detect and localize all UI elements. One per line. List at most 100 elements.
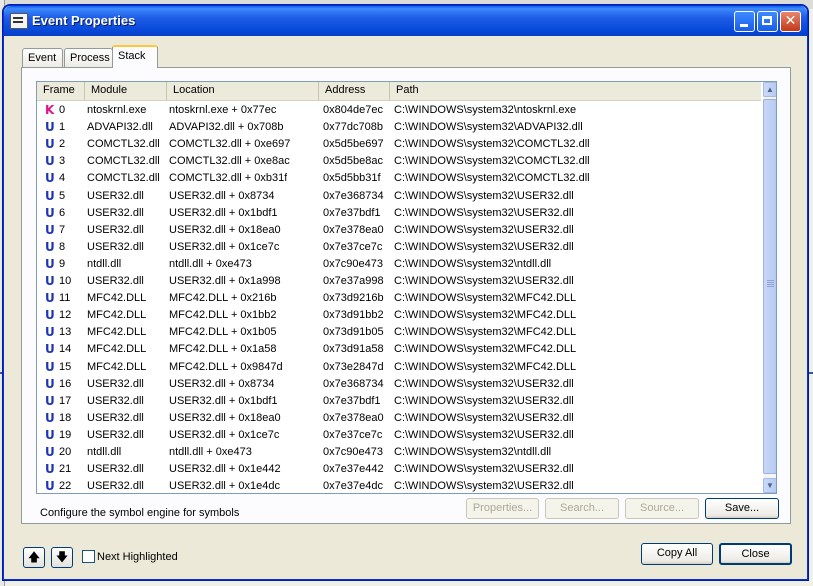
frame-mode-icon: U: [45, 342, 55, 357]
address-cell: 0x5d5be697: [323, 138, 384, 151]
module-cell: MFC42.DLL: [87, 360, 147, 373]
module-cell: USER32.dll: [87, 189, 144, 202]
frame-mode-icon: U: [45, 462, 55, 477]
module-cell: USER32.dll: [87, 240, 144, 253]
table-row[interactable]: U 18 USER32.dll USER32.dll + 0x18ea0 0x7e378…: [37, 410, 761, 427]
address-cell: 0x804de7ec: [323, 104, 383, 116]
table-row[interactable]: U 4 COMCTL32.dll COMCTL32.dll + 0xb31f 0x5d5…: [37, 170, 761, 187]
close-button[interactable]: Close: [719, 543, 792, 565]
table-row[interactable]: U 6 USER32.dll USER32.dll + 0x1bdf1 0x7e37bd…: [37, 205, 761, 222]
frame-cell: 3: [59, 155, 66, 168]
next-button[interactable]: 🡇: [51, 547, 73, 568]
close-icon: ✕: [784, 13, 797, 29]
path-cell: C:\WINDOWS\system32\USER32.dll: [394, 206, 574, 219]
address-cell: 0x73d91a58: [323, 343, 384, 356]
column-header-location[interactable]: Location: [167, 82, 319, 100]
previous-button[interactable]: 🡅: [23, 547, 45, 568]
table-row[interactable]: K 0 ntoskrnl.exe ntoskrnl.exe + 0x77ec 0x804…: [37, 102, 761, 119]
table-row[interactable]: U 13 MFC42.DLL MFC42.DLL + 0x1b05 0x73d91b05…: [37, 324, 761, 341]
address-cell: 0x7e368734: [323, 377, 384, 390]
frame-cell: 21: [59, 463, 72, 476]
stack-list-header: Frame Module Location Address Path: [37, 82, 761, 101]
symbol-config-link[interactable]: Configure the symbol engine for symbols: [40, 507, 239, 519]
frame-cell: 5: [59, 189, 66, 202]
module-cell: MFC42.DLL: [87, 343, 147, 356]
scroll-thumb[interactable]: [763, 99, 776, 474]
table-row[interactable]: U 22 USER32.dll USER32.dll + 0x1e4dc 0x7e37e…: [37, 478, 761, 493]
source-button[interactable]: Source...: [625, 498, 699, 519]
table-row[interactable]: U 21 USER32.dll USER32.dll + 0x1e442 0x7e37e…: [37, 461, 761, 478]
location-cell: USER32.dll + 0x1e4dc: [169, 480, 280, 493]
table-row[interactable]: U 11 MFC42.DLL MFC42.DLL + 0x216b 0x73d9216b…: [37, 290, 761, 307]
tab-stack[interactable]: Stack: [112, 45, 158, 68]
frame-cell: 6: [59, 206, 66, 219]
table-row[interactable]: U 8 USER32.dll USER32.dll + 0x1ce7c 0x7e37ce…: [37, 239, 761, 256]
path-cell: C:\WINDOWS\system32\USER32.dll: [394, 411, 574, 424]
scroll-grip-icon: [767, 280, 774, 281]
column-header-address[interactable]: Address: [319, 82, 390, 100]
maximize-button[interactable]: [757, 11, 778, 32]
table-row[interactable]: U 5 USER32.dll USER32.dll + 0x8734 0x7e36873…: [37, 188, 761, 205]
table-row[interactable]: U 3 COMCTL32.dll COMCTL32.dll + 0xe8ac 0x5d5…: [37, 153, 761, 170]
table-row[interactable]: U 14 MFC42.DLL MFC42.DLL + 0x1a58 0x73d91a58…: [37, 341, 761, 358]
frame-mode-icon: U: [45, 256, 55, 271]
table-row[interactable]: U 16 USER32.dll USER32.dll + 0x8734 0x7e3687…: [37, 376, 761, 393]
frame-cell: 7: [59, 223, 66, 236]
module-cell: USER32.dll: [87, 206, 144, 219]
frame-mode-icon: U: [45, 171, 55, 186]
table-row[interactable]: U 9 ntdll.dll ntdll.dll + 0xe473 0x7c90e473 C…: [37, 256, 761, 273]
path-cell: C:\WINDOWS\system32\ADVAPI32.dll: [394, 121, 583, 134]
arrow-up-icon: 🡅: [27, 550, 41, 564]
tab-event[interactable]: Event: [22, 48, 63, 67]
save-button[interactable]: Save...: [705, 498, 779, 519]
next-highlighted-label[interactable]: Next Highlighted: [97, 551, 178, 563]
path-cell: C:\WINDOWS\system32\MFC42.DLL: [394, 292, 577, 305]
properties-button[interactable]: Properties...: [466, 498, 539, 519]
frame-cell: 14: [59, 343, 72, 356]
frame-mode-icon: U: [45, 291, 55, 306]
address-cell: 0x7e37ce7c: [323, 240, 383, 253]
frame-cell: 12: [59, 309, 72, 322]
module-cell: ntdll.dll: [87, 257, 122, 270]
table-row[interactable]: U 2 COMCTL32.dll COMCTL32.dll + 0xe697 0x5d5…: [37, 136, 761, 153]
stack-list[interactable]: Frame Module Location Address Path K 0 nto…: [36, 81, 777, 494]
vertical-scrollbar[interactable]: ▲ ▼: [763, 82, 776, 493]
table-row[interactable]: U 20 ntdll.dll ntdll.dll + 0xe473 0x7c90e473…: [37, 444, 761, 461]
location-cell: USER32.dll + 0x1bdf1: [169, 206, 278, 219]
table-row[interactable]: U 7 USER32.dll USER32.dll + 0x18ea0 0x7e378e…: [37, 222, 761, 239]
table-row[interactable]: U 1 ADVAPI32.dll ADVAPI32.dll + 0x708b 0x77d…: [37, 119, 761, 136]
location-cell: USER32.dll + 0x1a998: [169, 275, 281, 287]
frame-mode-icon: U: [45, 376, 55, 391]
table-row[interactable]: U 15 MFC42.DLL MFC42.DLL + 0x9847d 0x73e2847…: [37, 359, 761, 376]
address-cell: 0x7e37e442: [323, 463, 384, 476]
frame-mode-icon: U: [45, 325, 55, 340]
next-highlighted-checkbox[interactable]: [82, 550, 95, 563]
search-button[interactable]: Search...: [545, 498, 619, 519]
location-cell: COMCTL32.dll + 0xb31f: [169, 172, 288, 185]
frame-mode-icon: U: [45, 154, 55, 169]
location-cell: USER32.dll + 0x1e442: [169, 463, 281, 476]
table-row[interactable]: U 12 MFC42.DLL MFC42.DLL + 0x1bb2 0x73d91bb2…: [37, 307, 761, 324]
table-row[interactable]: U 19 USER32.dll USER32.dll + 0x1ce7c 0x7e37c…: [37, 427, 761, 444]
scroll-down-button[interactable]: ▼: [763, 478, 776, 493]
column-header-path[interactable]: Path: [390, 82, 761, 100]
path-cell: C:\WINDOWS\system32\MFC42.DLL: [394, 343, 577, 356]
location-cell: ntdll.dll + 0xe473: [169, 257, 252, 270]
arrow-down-icon: 🡇: [55, 550, 69, 564]
close-window-button[interactable]: ✕: [780, 11, 801, 32]
path-cell: C:\WINDOWS\system32\USER32.dll: [394, 394, 574, 407]
column-header-frame[interactable]: Frame: [37, 82, 85, 100]
address-cell: 0x7c90e473: [323, 257, 383, 270]
address-cell: 0x7e37e4dc: [323, 480, 383, 493]
scroll-up-button[interactable]: ▲: [763, 82, 776, 97]
address-cell: 0x7e37ce7c: [323, 428, 383, 441]
minimize-button[interactable]: [734, 11, 755, 32]
tab-process[interactable]: Process: [64, 48, 113, 67]
copy-all-button[interactable]: Copy All: [641, 543, 713, 565]
title-bar[interactable]: Event Properties ✕: [4, 6, 807, 36]
column-header-module[interactable]: Module: [85, 82, 167, 100]
table-row[interactable]: U 10 USER32.dll USER32.dll + 0x1a998 0x7e37a…: [37, 273, 761, 290]
module-cell: COMCTL32.dll: [87, 155, 160, 168]
path-cell: C:\WINDOWS\system32\ntdll.dll: [394, 257, 552, 270]
table-row[interactable]: U 17 USER32.dll USER32.dll + 0x1bdf1 0x7e37b…: [37, 393, 761, 410]
